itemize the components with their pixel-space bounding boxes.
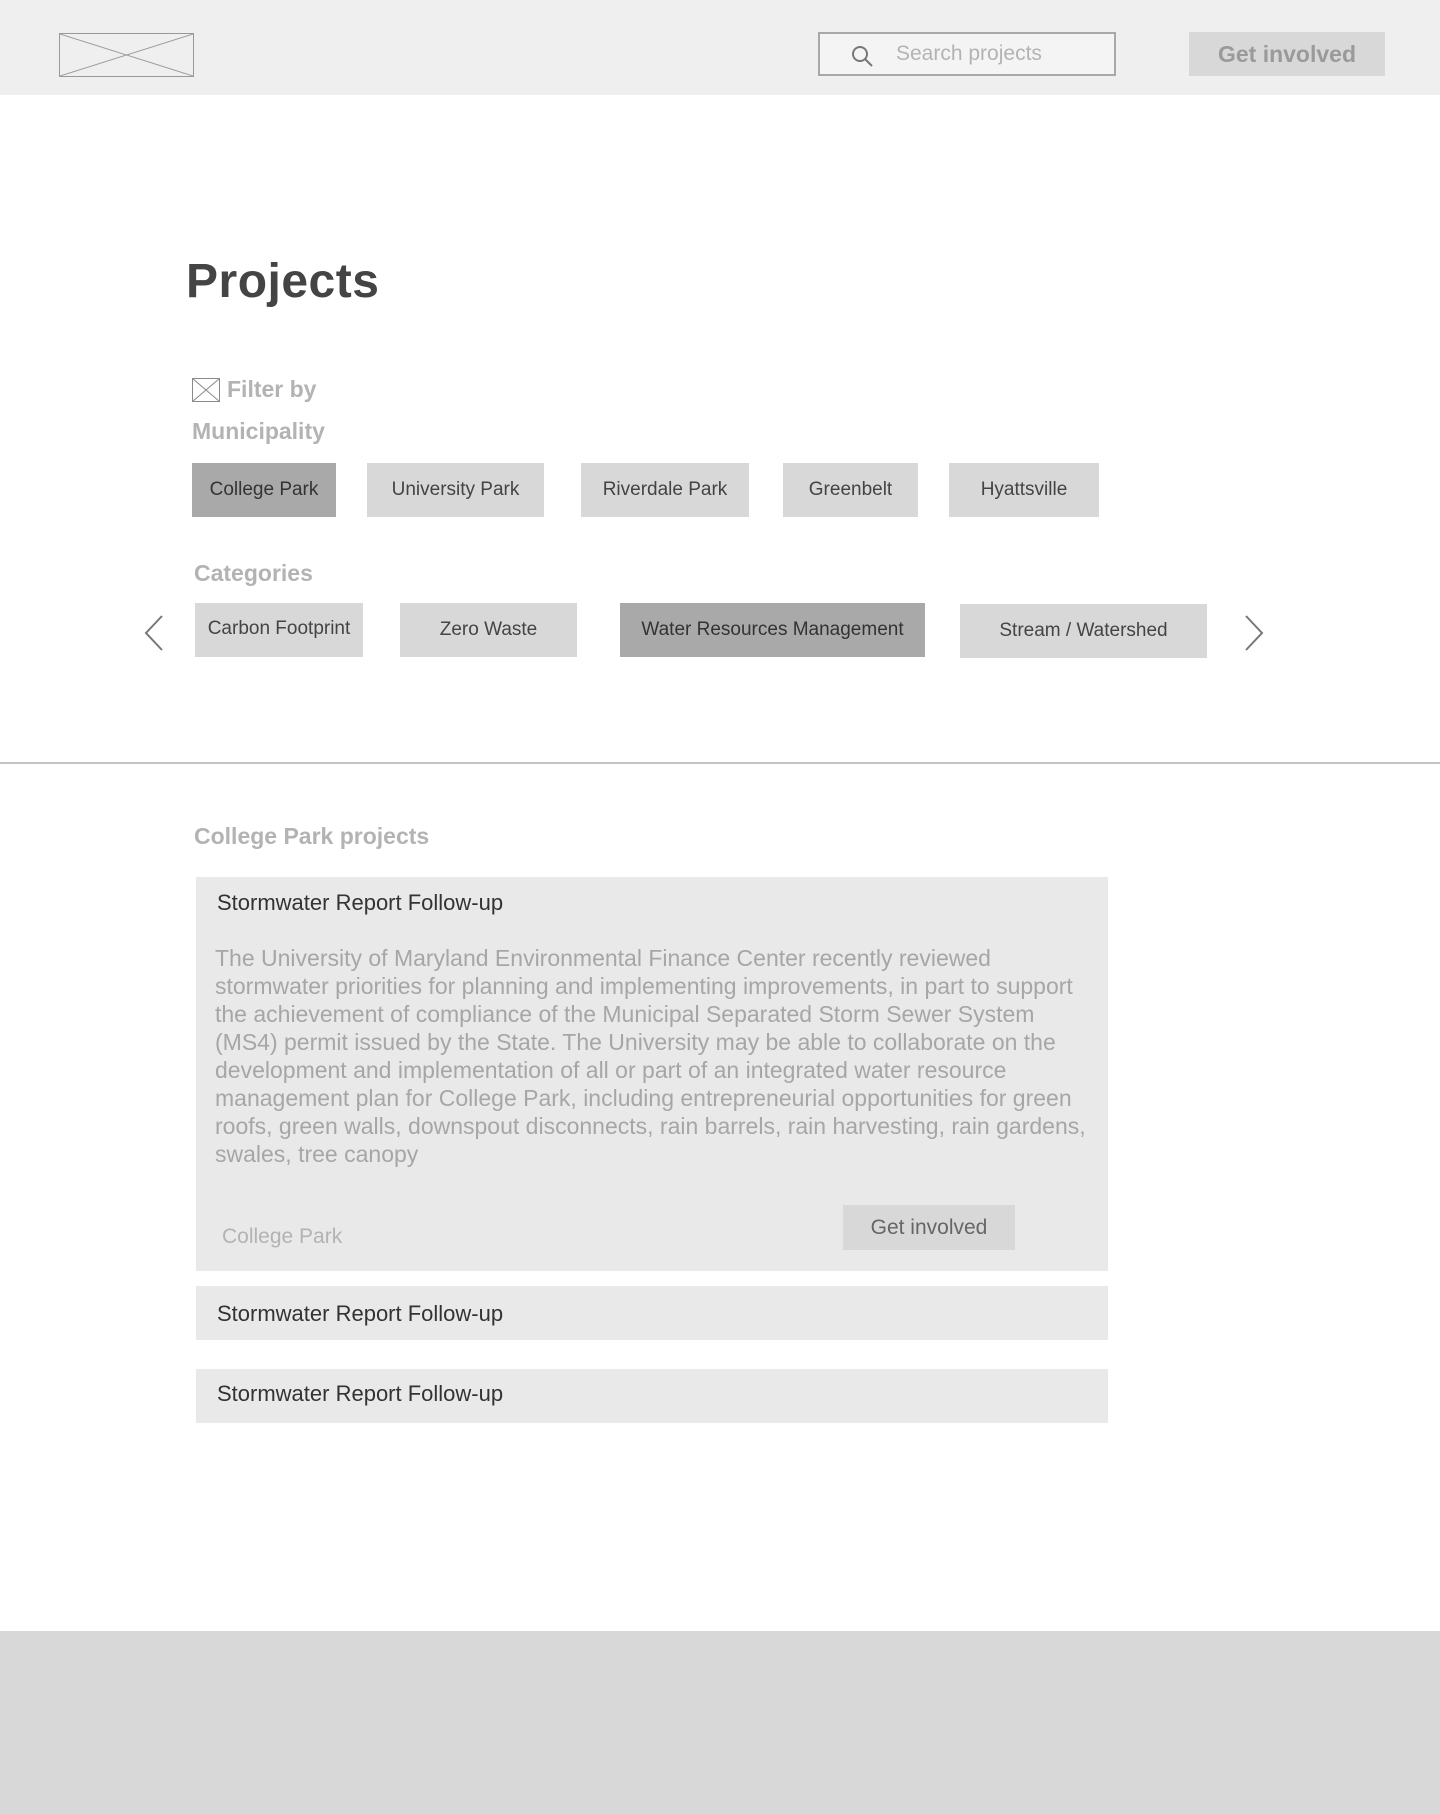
site-header: Get involved (0, 0, 1440, 95)
project-card-title[interactable]: Stormwater Report Follow-up (217, 1381, 503, 1407)
project-card-title[interactable]: Stormwater Report Follow-up (217, 1301, 503, 1327)
page-title: Projects (186, 255, 380, 308)
site-footer (0, 1631, 1440, 1814)
search-box[interactable] (818, 32, 1116, 76)
category-chip-stream-watershed[interactable]: Stream / Watershed (960, 604, 1207, 658)
category-chip-carbon-footprint[interactable]: Carbon Footprint (195, 603, 363, 657)
municipality-label: Municipality (192, 418, 325, 444)
chevron-right-icon[interactable] (1242, 613, 1266, 653)
search-input[interactable] (896, 34, 1106, 74)
get-involved-button[interactable]: Get involved (1189, 32, 1385, 76)
logo-image-placeholder-icon[interactable] (59, 33, 194, 77)
filter-by-label: Filter by (227, 376, 317, 402)
project-card-collapsed[interactable]: Stormwater Report Follow-up (196, 1286, 1108, 1340)
project-card-description: The University of Maryland Environmental… (215, 945, 1086, 1167)
project-card-location: College Park (222, 1225, 343, 1248)
section-divider (0, 762, 1440, 764)
category-chip-zero-waste[interactable]: Zero Waste (400, 603, 577, 657)
filter-image-placeholder-icon (192, 378, 220, 402)
municipality-chip-riverdale-park[interactable]: Riverdale Park (581, 463, 749, 517)
results-heading: College Park projects (194, 823, 430, 849)
category-chip-water-resources-management[interactable]: Water Resources Management (620, 603, 925, 657)
project-card-title[interactable]: Stormwater Report Follow-up (217, 890, 503, 916)
municipality-chip-university-park[interactable]: University Park (367, 463, 544, 517)
project-card-collapsed[interactable]: Stormwater Report Follow-up (196, 1369, 1108, 1423)
municipality-chip-greenbelt[interactable]: Greenbelt (783, 463, 918, 517)
categories-label: Categories (194, 560, 313, 586)
search-icon (852, 46, 873, 67)
chevron-left-icon[interactable] (142, 613, 166, 653)
project-get-involved-button[interactable]: Get involved (843, 1205, 1015, 1250)
municipality-chip-college-park[interactable]: College Park (192, 463, 336, 517)
municipality-chip-hyattsville[interactable]: Hyattsville (949, 463, 1099, 517)
